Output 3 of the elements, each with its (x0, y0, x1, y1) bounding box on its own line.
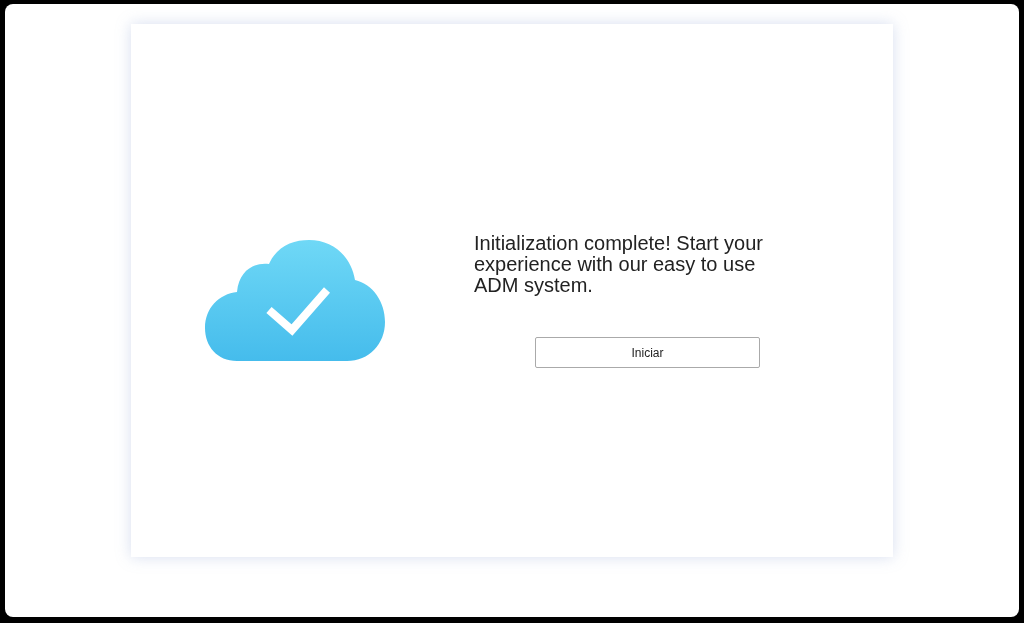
message-text: Initialization complete! Start your experience with our easy to use ADM system. (474, 233, 765, 296)
start-button[interactable]: Iniciar (535, 337, 760, 368)
cloud-check-icon (205, 239, 385, 362)
